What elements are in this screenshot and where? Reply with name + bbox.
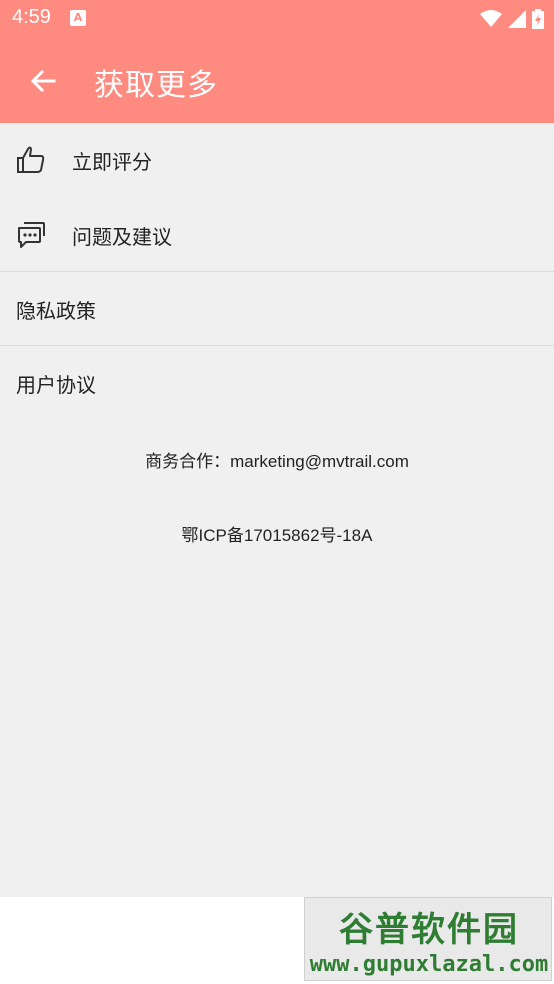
business-email[interactable]: marketing@mvtrail.com <box>230 452 409 471</box>
watermark-logo: 谷普软件园 www.gupuxlazal.com <box>304 897 552 981</box>
icp-record: 鄂ICP备17015862号-18A <box>0 521 554 546</box>
menu-item-label: 立即评分 <box>72 149 152 174</box>
back-arrow-icon[interactable] <box>28 66 58 96</box>
watermark-url: www.gupuxlazal.com <box>309 952 549 977</box>
menu-item-label: 隐私政策 <box>16 298 96 323</box>
app-header: 4:59 A 获取更多 <box>0 0 554 123</box>
signal-icon <box>508 10 526 28</box>
battery-icon <box>532 9 544 29</box>
wifi-icon <box>480 10 502 27</box>
icp-number: 鄂ICP备17015862号-18A <box>181 526 373 545</box>
business-label: 商务合作： <box>145 452 231 472</box>
business-contact: 商务合作：marketing@mvtrail.com <box>0 447 554 472</box>
menu-item-label: 用户协议 <box>16 372 96 397</box>
app-screen: 4:59 A 获取更多 立即评分 问题及建议 隐私政策 用户协议 商务合作：ma… <box>0 0 554 897</box>
status-icons <box>480 8 544 30</box>
status-time: 4:59 <box>12 6 51 28</box>
menu-item-label: 问题及建议 <box>72 224 172 249</box>
menu-item-feedback[interactable]: 问题及建议 <box>0 198 554 272</box>
feedback-chat-icon <box>18 222 45 248</box>
status-bar: 4:59 A <box>0 0 554 38</box>
notification-icon: A <box>70 10 86 26</box>
menu-item-rate[interactable]: 立即评分 <box>0 123 554 197</box>
toolbar: 获取更多 <box>0 38 554 123</box>
thumbs-up-icon <box>17 146 45 173</box>
bottom-area: 谷普软件园 www.gupuxlazal.com <box>0 897 554 984</box>
menu-item-privacy[interactable]: 隐私政策 <box>0 272 554 346</box>
watermark-name: 谷普软件园 <box>339 910 519 950</box>
menu-item-user-agreement[interactable]: 用户协议 <box>0 346 554 420</box>
page-title: 获取更多 <box>94 68 218 103</box>
